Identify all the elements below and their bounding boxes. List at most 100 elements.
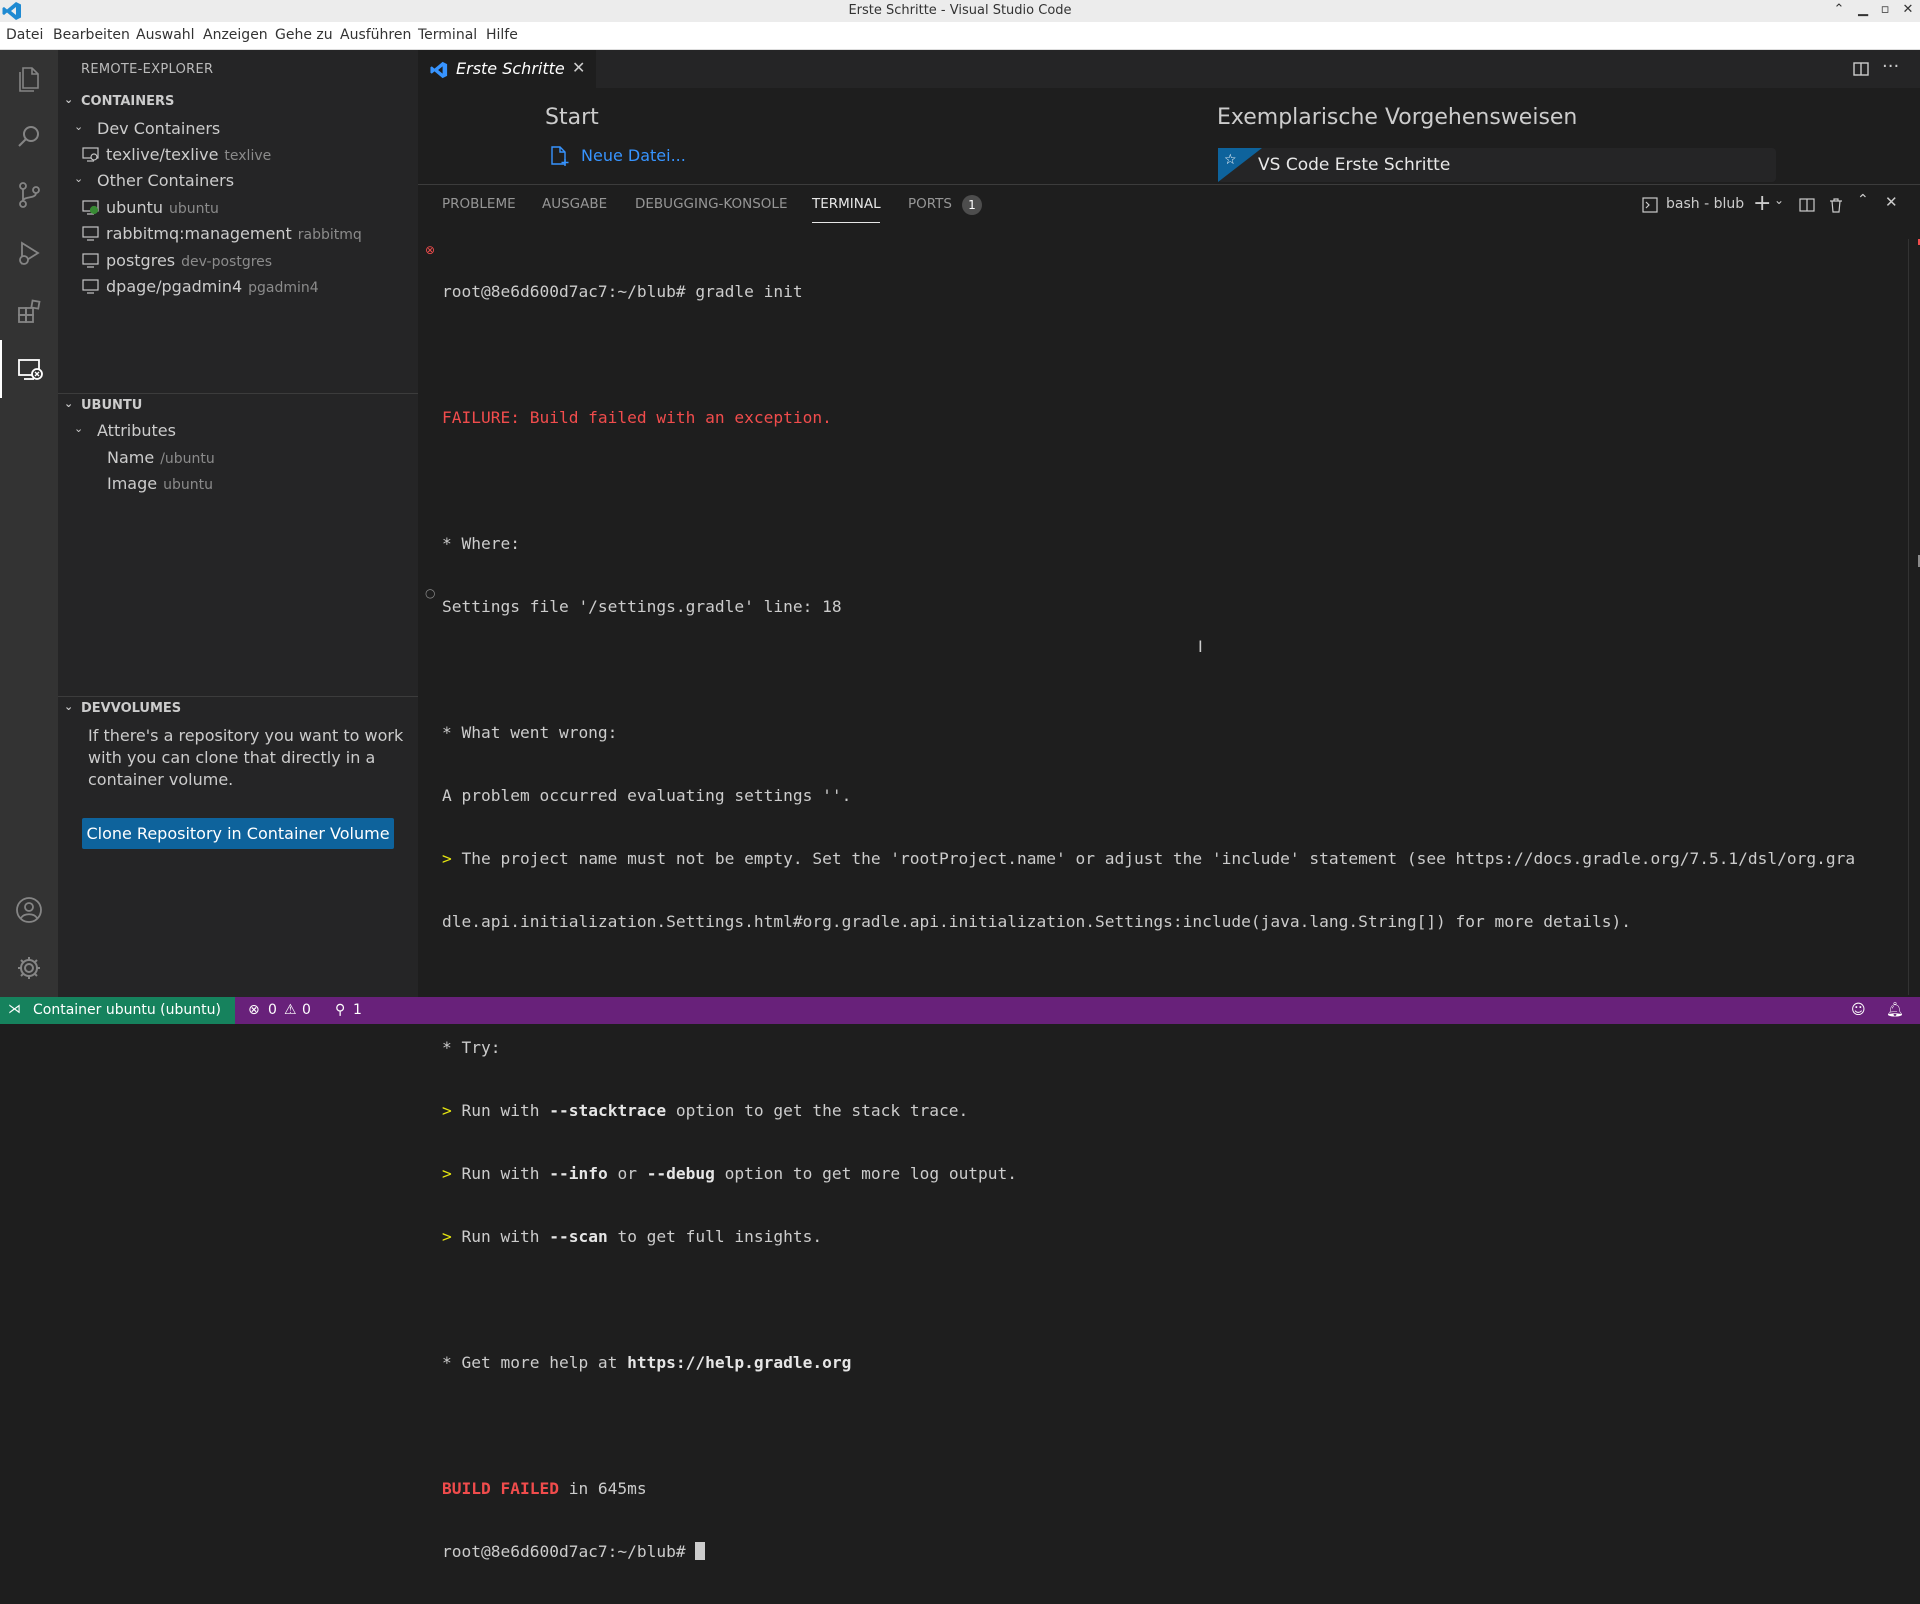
close-tab-icon[interactable]: ✕ — [572, 58, 585, 77]
maximize-window-icon[interactable]: ▫ — [1875, 2, 1895, 17]
terminal-output[interactable]: root@8e6d600d7ac7:~/blub# gradle init FA… — [442, 239, 1855, 1604]
menu-ausfuehren[interactable]: Ausführen — [340, 27, 411, 43]
devvolumes-welcome-text: If there's a repository you want to work… — [88, 726, 404, 789]
remote-explorer-sidebar: REMOTE-EXPLORER ⌄ CONTAINERS ⌄ Dev Conta… — [58, 50, 418, 997]
split-editor-icon[interactable] — [1852, 60, 1870, 78]
terminal-line: > Run with --scan to get full insights. — [442, 1227, 823, 1246]
other-containers-group[interactable]: ⌄ Other Containers — [58, 168, 418, 194]
source-control-icon[interactable] — [0, 166, 58, 224]
monitor-icon — [82, 279, 99, 294]
terminal-line: FAILURE: Build failed with an exception. — [442, 408, 832, 427]
new-file-link[interactable]: Neue Datei... — [581, 146, 686, 165]
title-bar: Erste Schritte - Visual Studio Code ⌃ ▁ … — [0, 0, 1920, 22]
accounts-icon[interactable] — [0, 881, 58, 939]
container-desc: dev-postgres — [181, 254, 273, 270]
menu-terminal[interactable]: Terminal — [418, 27, 477, 43]
menu-anzeigen[interactable]: Anzeigen — [203, 27, 268, 43]
minimize-window-icon[interactable]: ▁ — [1853, 2, 1873, 17]
errors-count[interactable]: 0 — [268, 1002, 277, 1018]
terminal-line: * Get more help at https://help.gradle.o… — [442, 1353, 852, 1372]
walkthroughs-heading: Exemplarische Vorgehensweisen — [1217, 105, 1578, 130]
container-item-postgres[interactable]: postgres dev-postgres — [58, 248, 418, 274]
terminal-line: * What went wrong: — [442, 723, 618, 742]
remote-icon: ⋊ — [8, 1002, 21, 1017]
ports-forwarded-icon[interactable]: ⚲ — [335, 1002, 345, 1018]
chevron-down-icon: ⌄ — [74, 172, 84, 185]
terminal-name[interactable]: bash - blub — [1666, 196, 1744, 212]
terminal-line: * Where: — [442, 534, 520, 553]
explorer-icon[interactable] — [0, 50, 58, 108]
warnings-count[interactable]: 0 — [302, 1002, 311, 1018]
menu-bearbeiten[interactable]: Bearbeiten — [53, 27, 130, 43]
start-heading: Start — [545, 105, 599, 130]
chevron-down-icon: ⌄ — [64, 700, 74, 713]
container-name: ubuntu — [106, 198, 163, 217]
search-icon[interactable] — [0, 108, 58, 166]
terminal-cursor — [695, 1542, 706, 1560]
tab-debugging-konsole[interactable]: DEBUGGING-KONSOLE — [635, 196, 788, 212]
container-running-icon — [82, 200, 99, 215]
command-failed-icon[interactable]: ⊗ — [425, 243, 435, 257]
tab-erste-schritte[interactable]: Erste Schritte ✕ — [418, 50, 596, 88]
more-actions-icon[interactable]: ··· — [1882, 56, 1899, 77]
chevron-down-icon: ⌄ — [74, 120, 84, 133]
menu-gehe-zu[interactable]: Gehe zu — [275, 27, 333, 43]
walkthrough-card[interactable]: ☆ VS Code Erste Schritte — [1218, 148, 1776, 182]
active-tab-indicator — [812, 222, 880, 223]
container-name: postgres — [106, 251, 176, 270]
menu-bar: Datei Bearbeiten Auswahl Anzeigen Gehe z… — [0, 22, 1920, 50]
extensions-icon[interactable] — [0, 282, 58, 340]
sidebar-title: REMOTE-EXPLORER — [81, 62, 214, 77]
feedback-icon[interactable]: ☺ — [1851, 1002, 1866, 1018]
bottom-panel: PROBLEME AUSGABE DEBUGGING-KONSOLE TERMI… — [418, 184, 1920, 1561]
attribute-name[interactable]: Name/ubuntu — [58, 445, 418, 471]
settings-gear-icon[interactable] — [0, 939, 58, 997]
terminal-line: Settings file '/settings.gradle' line: 1… — [442, 597, 842, 616]
trash-icon[interactable] — [1828, 197, 1844, 213]
chevron-down-icon[interactable]: ⌄ — [1774, 193, 1784, 207]
ports-forwarded-count[interactable]: 1 — [353, 1002, 362, 1018]
containers-section-header[interactable]: ⌄ CONTAINERS — [58, 90, 418, 114]
remote-indicator[interactable]: ⋊ Container ubuntu (ubuntu) — [0, 997, 235, 1024]
command-pending-icon[interactable]: ○ — [425, 586, 435, 600]
container-desc: texlive — [224, 148, 272, 164]
attributes-group[interactable]: ⌄ Attributes — [58, 418, 418, 444]
maximize-panel-icon[interactable]: ⌃ — [1857, 192, 1869, 208]
new-file-icon — [551, 146, 569, 166]
ubuntu-section-header[interactable]: ⌄ UBUNTU — [58, 393, 418, 417]
tab-terminal[interactable]: TERMINAL — [812, 196, 881, 212]
remote-explorer-icon[interactable] — [0, 340, 58, 398]
restore-window-icon[interactable]: ⌃ — [1829, 2, 1849, 17]
editor-tab-bar: Erste Schritte ✕ ··· — [418, 50, 1920, 88]
warnings-icon[interactable]: ⚠ — [284, 1002, 297, 1018]
split-terminal-icon[interactable] — [1799, 197, 1815, 213]
container-item-pgadmin[interactable]: dpage/pgadmin4 pgadmin4 — [58, 274, 418, 300]
new-terminal-icon[interactable]: + — [1753, 191, 1771, 216]
close-panel-icon[interactable]: ✕ — [1885, 193, 1898, 211]
monitor-icon — [82, 226, 99, 241]
close-window-icon[interactable]: ✕ — [1898, 2, 1918, 17]
window-title: Erste Schritte - Visual Studio Code — [848, 3, 1072, 18]
vscode-logo-icon — [430, 61, 448, 79]
tab-probleme[interactable]: PROBLEME — [442, 196, 516, 212]
dev-containers-group[interactable]: ⌄ Dev Containers — [58, 116, 418, 142]
clone-repository-button[interactable]: Clone Repository in Container Volume — [82, 818, 394, 849]
terminal-scrollbar[interactable] — [1908, 239, 1920, 995]
terminal-line: > Run with --info or --debug option to g… — [442, 1164, 1018, 1183]
menu-datei[interactable]: Datei — [6, 27, 43, 43]
container-item-ubuntu[interactable]: ubuntu ubuntu — [58, 195, 418, 221]
container-item-rabbitmq[interactable]: rabbitmq:management rabbitmq — [58, 221, 418, 247]
notifications-bell-icon[interactable]: 🔔︎ — [1886, 1002, 1904, 1018]
tab-ausgabe[interactable]: AUSGABE — [542, 196, 607, 212]
menu-hilfe[interactable]: Hilfe — [486, 27, 518, 43]
errors-icon[interactable]: ⊗ — [248, 1002, 260, 1018]
welcome-page: Start Neue Datei... Exemplarische Vorgeh… — [418, 88, 1920, 184]
menu-auswahl[interactable]: Auswahl — [136, 27, 195, 43]
terminal-line: > The project name must not be empty. Se… — [442, 849, 1856, 868]
devvolumes-section-header[interactable]: ⌄ DEVVOLUMES — [58, 696, 418, 720]
attribute-image[interactable]: Image ubuntu — [58, 471, 418, 497]
run-debug-icon[interactable] — [0, 224, 58, 282]
container-item-texlive[interactable]: texlive/texlive texlive — [58, 142, 418, 168]
tab-ports[interactable]: PORTS — [908, 196, 952, 212]
text-cursor-icon: I — [1198, 637, 1203, 656]
